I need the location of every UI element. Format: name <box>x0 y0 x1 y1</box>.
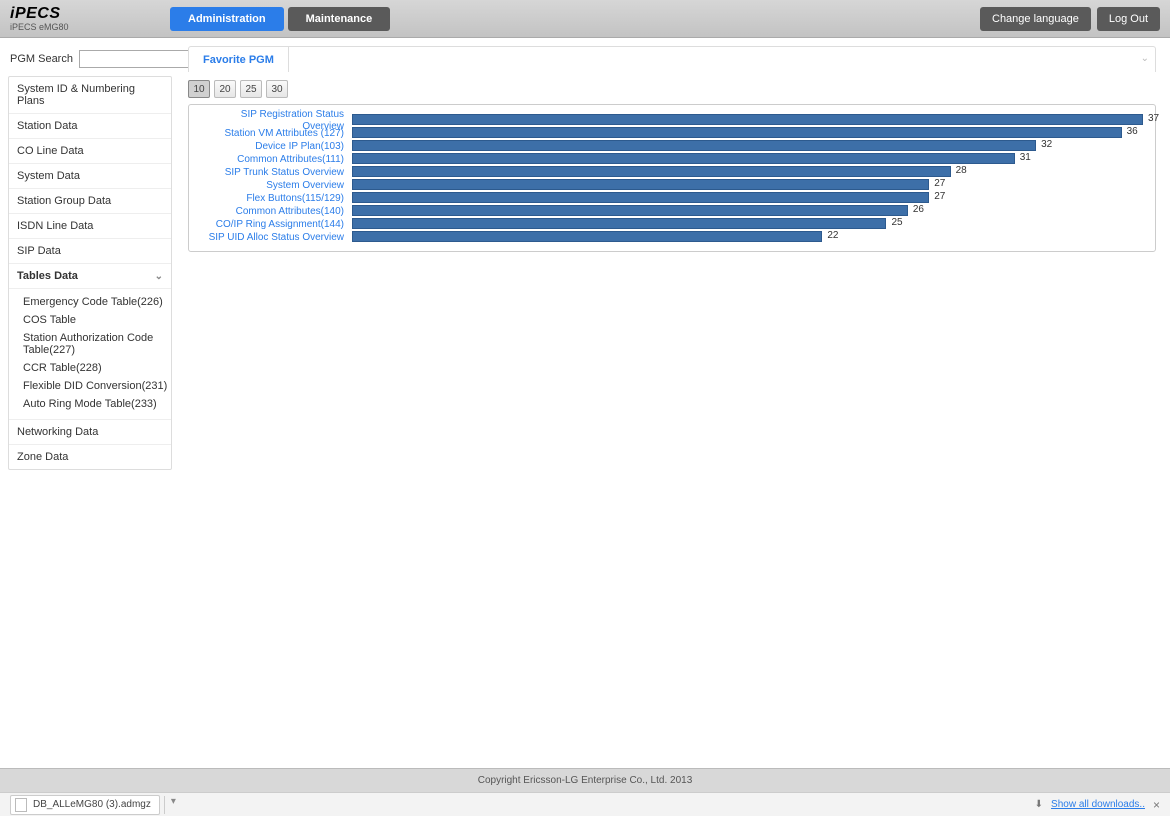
top-bar: iPECS iPECS eMG80 Administration Mainten… <box>0 0 1170 38</box>
chart-bar <box>352 166 951 177</box>
pgm-search-label: PGM Search <box>10 53 73 65</box>
sub-item-auto-ring-mode[interactable]: Auto Ring Mode Table(233) <box>23 395 171 413</box>
sidebar-label: Tables Data <box>17 270 78 282</box>
sub-item-emergency-code[interactable]: Emergency Code Table(226) <box>23 293 171 311</box>
nav-maintenance[interactable]: Maintenance <box>288 7 391 31</box>
chart-row: System Overview 27 <box>197 178 1143 191</box>
chart-bar-value: 26 <box>910 204 924 215</box>
page-size-10[interactable]: 10 <box>188 80 210 98</box>
sidebar-label: System Data <box>17 170 80 182</box>
footer: Copyright Ericsson-LG Enterprise Co., Lt… <box>0 768 1170 792</box>
chart-row: CO/IP Ring Assignment(144) 25 <box>197 217 1143 230</box>
sidebar-item-zone-data[interactable]: Zone Data <box>9 445 171 469</box>
chart-bar-value: 31 <box>1017 152 1031 163</box>
sidebar-item-system-id[interactable]: System ID & Numbering Plans <box>9 77 171 114</box>
sidebar-label: CO Line Data <box>17 145 84 157</box>
chart-row: Common Attributes(111) 31 <box>197 152 1143 165</box>
file-icon <box>15 798 27 812</box>
tables-data-submenu: Emergency Code Table(226) COS Table Stat… <box>9 289 171 420</box>
chart-row-link[interactable]: SIP UID Alloc Status Overview <box>209 232 344 243</box>
chart-bar <box>352 192 929 203</box>
chart-bar <box>352 114 1143 125</box>
page-size-buttons: 10 20 25 30 <box>188 80 1156 98</box>
chart-row: SIP UID Alloc Status Overview 22 <box>197 230 1143 243</box>
tab-scroll-chevron-icon[interactable]: ⌄ <box>1141 53 1149 64</box>
sidebar-label: System ID & Numbering Plans <box>17 83 163 107</box>
chart-bar-value: 25 <box>888 217 902 228</box>
chart-bar <box>352 218 886 229</box>
page-size-20[interactable]: 20 <box>214 80 236 98</box>
sub-item-ccr-table[interactable]: CCR Table(228) <box>23 359 171 377</box>
sub-item-station-auth-code[interactable]: Station Authorization Code Table(227) <box>23 329 171 359</box>
chart-row-link[interactable]: Station VM Attributes (127) <box>224 128 344 139</box>
sidebar-panel: System ID & Numbering Plans Station Data… <box>8 76 172 470</box>
favorite-pgm-chart: SIP Registration Status Overview37Statio… <box>188 104 1156 252</box>
chart-row-link[interactable]: System Overview <box>266 180 344 191</box>
chart-row-link[interactable]: Common Attributes(111) <box>237 154 344 165</box>
sidebar-item-system-data[interactable]: System Data <box>9 164 171 189</box>
download-file-name: DB_ALLeMG80 (3).admgz <box>33 799 151 810</box>
chart-row: SIP Trunk Status Overview 28 <box>197 165 1143 178</box>
copyright-text: Copyright Ericsson-LG Enterprise Co., Lt… <box>478 775 693 786</box>
sidebar-item-co-line-data[interactable]: CO Line Data <box>9 139 171 164</box>
chart-row-link[interactable]: Flex Buttons(115/129) <box>246 193 344 204</box>
sidebar: PGM Search System ID & Numbering Plans S… <box>0 38 180 478</box>
sidebar-label: Networking Data <box>17 426 98 438</box>
sub-item-flexible-did[interactable]: Flexible DID Conversion(231) <box>23 377 171 395</box>
brand-logo: iPECS <box>10 6 170 22</box>
download-bar: DB_ALLeMG80 (3).admgz ▾ ⬇ Show all downl… <box>0 792 1170 816</box>
chart-bar-value: 32 <box>1038 139 1052 150</box>
download-bar-close-icon[interactable]: × <box>1153 798 1160 812</box>
show-all-downloads-link[interactable]: Show all downloads.. <box>1051 799 1145 810</box>
tab-favorite-pgm[interactable]: Favorite PGM <box>189 47 289 72</box>
chart-bar-value: 22 <box>824 230 838 241</box>
chart-row: Station VM Attributes (127) 36 <box>197 126 1143 139</box>
chart-bar <box>352 231 822 242</box>
chart-bar <box>352 153 1015 164</box>
chart-row-link[interactable]: CO/IP Ring Assignment(144) <box>216 219 344 230</box>
chart-bar-value: 27 <box>931 178 945 189</box>
chart-bar <box>352 179 929 190</box>
sidebar-item-station-data[interactable]: Station Data <box>9 114 171 139</box>
brand-subtitle: iPECS eMG80 <box>10 23 170 32</box>
chart-row: SIP Registration Status Overview37 <box>197 113 1143 126</box>
chart-row-link[interactable]: Device IP Plan(103) <box>255 141 344 152</box>
chart-bar-value: 28 <box>953 165 967 176</box>
logout-button[interactable]: Log Out <box>1097 7 1160 31</box>
page-size-30[interactable]: 30 <box>266 80 288 98</box>
tab-strip: Favorite PGM ⌄ <box>188 46 1156 72</box>
chart-bar-value: 37 <box>1145 113 1159 124</box>
sidebar-item-tables-data[interactable]: Tables Data ⌄ <box>9 264 171 289</box>
download-chip-menu-icon[interactable]: ▾ <box>164 796 176 814</box>
chart-row-link[interactable]: Common Attributes(140) <box>236 206 344 217</box>
chart-bar-value: 27 <box>931 191 945 202</box>
chart-bar <box>352 205 908 216</box>
page-size-25[interactable]: 25 <box>240 80 262 98</box>
nav-administration[interactable]: Administration <box>170 7 284 31</box>
chart-row: Device IP Plan(103) 32 <box>197 139 1143 152</box>
sidebar-item-isdn-line-data[interactable]: ISDN Line Data <box>9 214 171 239</box>
sidebar-label: Zone Data <box>17 451 68 463</box>
download-file-chip[interactable]: DB_ALLeMG80 (3).admgz <box>10 795 160 815</box>
chart-bar <box>352 140 1036 151</box>
chart-bar <box>352 127 1122 138</box>
sidebar-label: Station Data <box>17 120 78 132</box>
chart-bar-value: 36 <box>1124 126 1138 137</box>
sidebar-item-station-group-data[interactable]: Station Group Data <box>9 189 171 214</box>
content-area: Favorite PGM ⌄ 10 20 25 30 SIP Registrat… <box>180 38 1170 252</box>
chart-row: Flex Buttons(115/129) 27 <box>197 191 1143 204</box>
download-arrow-icon: ⬇ <box>1035 799 1043 810</box>
sidebar-label: Station Group Data <box>17 195 111 207</box>
change-language-button[interactable]: Change language <box>980 7 1091 31</box>
sub-item-cos-table[interactable]: COS Table <box>23 311 171 329</box>
sidebar-label: SIP Data <box>17 245 61 257</box>
logo-block: iPECS iPECS eMG80 <box>10 6 170 32</box>
chart-row-link[interactable]: SIP Trunk Status Overview <box>225 167 344 178</box>
sidebar-label: ISDN Line Data <box>17 220 93 232</box>
sidebar-item-networking-data[interactable]: Networking Data <box>9 420 171 445</box>
chart-row: Common Attributes(140) 26 <box>197 204 1143 217</box>
chevron-down-icon: ⌄ <box>155 271 163 282</box>
sidebar-item-sip-data[interactable]: SIP Data <box>9 239 171 264</box>
